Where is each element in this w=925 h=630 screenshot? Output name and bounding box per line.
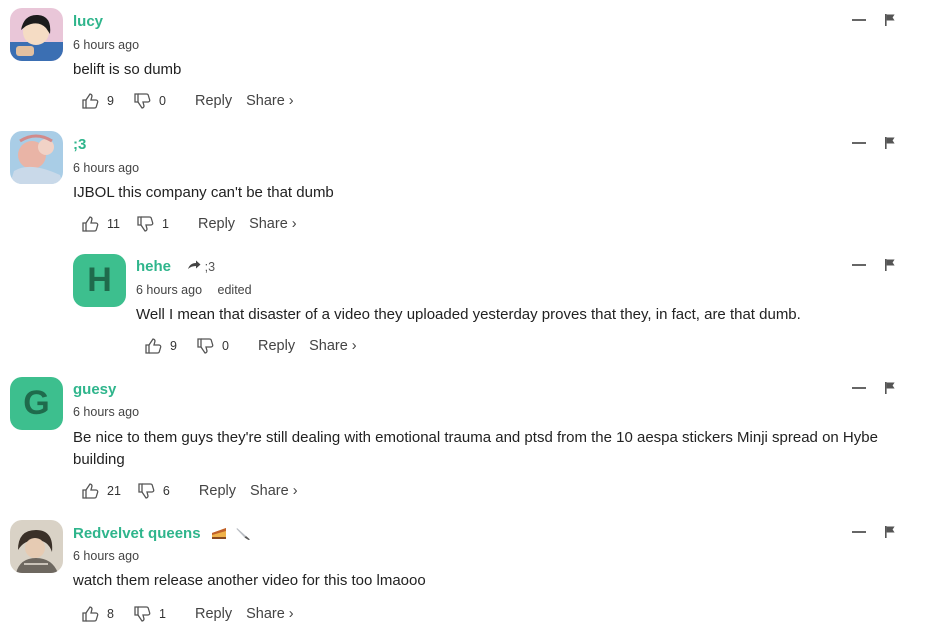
share-button[interactable]: Share › [249,216,297,232]
dislike-count: 0 [222,339,229,353]
collapse-icon[interactable] [852,19,866,21]
dislike-count: 0 [159,94,166,108]
like-count: 9 [107,94,114,108]
reply-to-name: ;3 [204,260,216,274]
reply-button[interactable]: Reply [258,338,295,354]
collapse-icon[interactable] [852,264,866,266]
thumbs-up-icon[interactable] [81,215,99,233]
comment-text: belift is so dumb [73,61,182,78]
comment-controls [852,258,896,272]
thumbs-up-icon[interactable] [81,92,99,110]
thumbs-up-icon[interactable] [81,482,99,500]
comment-timestamp-row: 6 hours ago edited [136,283,252,297]
comment-author[interactable]: lucy [73,13,103,30]
comment-author: hehe ;3 [136,258,215,275]
flag-icon[interactable] [884,258,896,272]
reply-comment: H hehe ;3 6 hours ago edited Well I mean… [0,245,925,365]
avatar[interactable]: H [73,254,126,307]
edited-label: edited [217,283,252,297]
reply-button[interactable]: Reply [198,216,235,232]
avatar[interactable]: G [10,377,63,430]
thumbs-down-icon[interactable] [137,482,155,500]
comment-text: Be nice to them guys they're still deali… [73,429,878,468]
comment-actions: 9 0 Reply Share › [144,337,357,355]
comment-author-name[interactable]: hehe [136,258,171,275]
comment-actions: 9 0 Reply Share › [81,92,294,110]
reply-to-indicator[interactable]: ;3 [187,260,215,274]
comment-author-name[interactable]: Redvelvet queens [73,525,201,542]
thumbs-down-icon[interactable] [196,337,214,355]
comment-actions: 21 6 Reply Share › [81,482,298,500]
reply-arrow-icon [187,260,204,274]
comment-author[interactable]: ;3 [73,136,86,153]
reply-button[interactable]: Reply [195,606,232,622]
comment-actions: 8 1 Reply Share › [81,605,294,623]
comment: Redvelvet queens 6 hours ago watch them … [0,512,925,630]
reply-button[interactable]: Reply [195,93,232,109]
reply-button[interactable]: Reply [199,483,236,499]
comment-text: Well I mean that disaster of a video the… [136,306,801,323]
dislike-count: 6 [162,484,170,498]
share-button[interactable]: Share › [250,483,298,499]
thumbs-up-icon[interactable] [81,605,99,623]
comment: ;3 6 hours ago IJBOL this company can't … [0,123,925,243]
collapse-icon[interactable] [852,387,866,389]
collapse-icon[interactable] [852,142,866,144]
avatar[interactable] [10,520,63,573]
comment-controls [852,136,896,150]
avatar[interactable] [10,8,63,61]
comment: lucy 6 hours ago belift is so dumb 9 0 R… [0,0,925,122]
like-count: 11 [107,217,120,231]
knife-icon [235,526,251,544]
comment-controls [852,381,896,395]
collapse-icon[interactable] [852,531,866,533]
share-button[interactable]: Share › [309,338,357,354]
dislike-count: 1 [159,607,166,621]
flag-icon[interactable] [884,525,896,539]
thumbs-down-icon[interactable] [133,92,151,110]
flag-icon[interactable] [884,136,896,150]
comment-timestamp[interactable]: 6 hours ago [73,549,139,563]
comment-timestamp[interactable]: 6 hours ago [73,405,139,419]
thumbs-up-icon[interactable] [144,337,162,355]
share-button[interactable]: Share › [246,93,294,109]
comment-timestamp[interactable]: 6 hours ago [136,283,202,297]
thumbs-down-icon[interactable] [133,605,151,623]
comment-text: IJBOL this company can't be that dumb [73,184,334,201]
comment-author: Redvelvet queens [73,525,251,544]
comment-controls [852,13,896,27]
dislike-count: 1 [161,217,169,231]
comment-timestamp[interactable]: 6 hours ago [73,161,139,175]
comment-actions: 11 1 Reply Share › [81,215,297,233]
share-button[interactable]: Share › [246,606,294,622]
comment-text: watch them release another video for thi… [73,572,426,589]
cake-icon [211,526,227,544]
like-count: 21 [107,484,121,498]
like-count: 8 [107,607,114,621]
comment-author[interactable]: guesy [73,381,116,398]
flag-icon[interactable] [884,381,896,395]
avatar[interactable] [10,131,63,184]
comment-controls [852,525,896,539]
comment: G guesy 6 hours ago Be nice to them guys… [0,368,925,508]
like-count: 9 [170,339,177,353]
comment-timestamp[interactable]: 6 hours ago [73,38,139,52]
flag-icon[interactable] [884,13,896,27]
thumbs-down-icon[interactable] [136,215,154,233]
